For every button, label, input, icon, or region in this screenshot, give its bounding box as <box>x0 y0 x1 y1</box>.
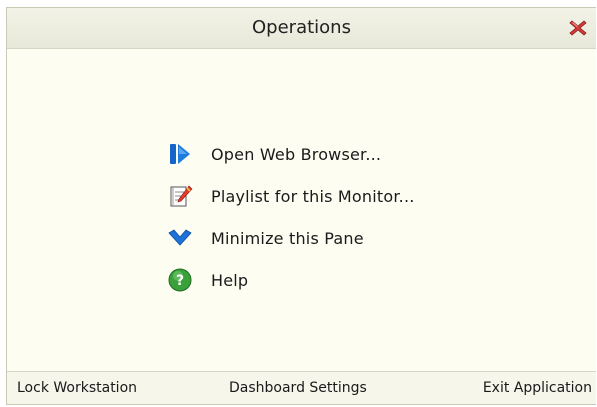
playlist-icon <box>167 183 193 209</box>
title-bar: Operations <box>7 8 596 49</box>
dashboard-settings-button[interactable]: Dashboard Settings <box>229 380 367 396</box>
playlist-item[interactable]: Playlist for this Monitor... <box>167 175 415 217</box>
open-web-browser-label: Open Web Browser... <box>211 144 382 164</box>
help-item[interactable]: ? Help <box>167 259 415 301</box>
close-icon[interactable] <box>568 18 588 38</box>
minimize-pane-label: Minimize this Pane <box>211 228 364 248</box>
footer-bar: Lock Workstation Dashboard Settings Exit… <box>7 371 596 404</box>
window-title: Operations <box>252 17 351 38</box>
playlist-label: Playlist for this Monitor... <box>211 186 415 206</box>
minimize-pane-item[interactable]: Minimize this Pane <box>167 217 415 259</box>
exit-application-button[interactable]: Exit Application <box>483 380 592 396</box>
operations-window: Operations Open Web Browser... Playlist … <box>6 7 596 405</box>
chevron-down-icon <box>167 225 193 251</box>
help-icon: ? <box>167 267 193 293</box>
lock-workstation-button[interactable]: Lock Workstation <box>17 380 137 396</box>
web-browser-icon <box>167 141 193 167</box>
operations-menu: Open Web Browser... Playlist for this Mo… <box>167 133 415 301</box>
open-web-browser-item[interactable]: Open Web Browser... <box>167 133 415 175</box>
help-label: Help <box>211 270 249 290</box>
svg-text:?: ? <box>176 273 184 289</box>
